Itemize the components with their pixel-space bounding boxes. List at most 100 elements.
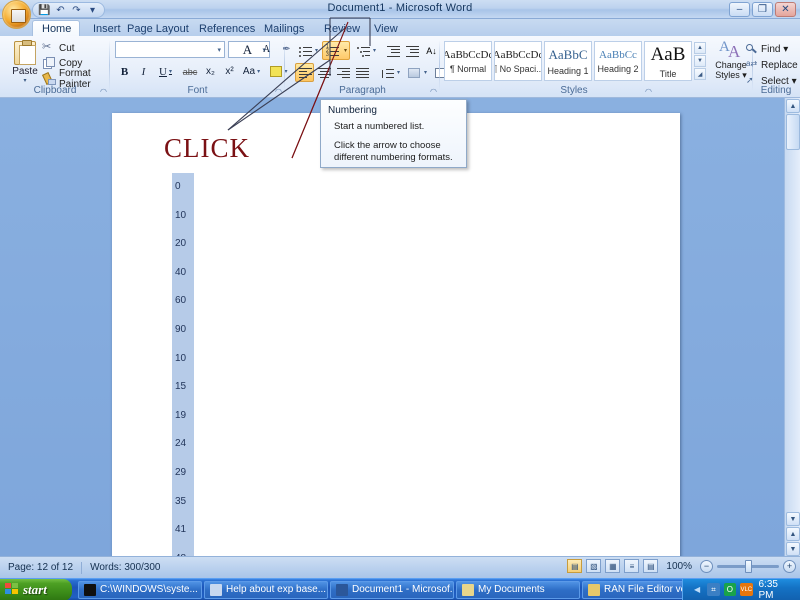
chevron-down-icon[interactable]: ▾ xyxy=(315,47,318,54)
font-dialog-launcher[interactable]: ◠ xyxy=(274,87,283,96)
style-no-spacing[interactable]: AaBbCcDc ¶ No Spaci... xyxy=(494,41,542,81)
vertical-scrollbar[interactable]: ▲ ▼ ▲ ▼ xyxy=(784,98,800,556)
taskbar-item[interactable]: RAN File Editor ver1.... xyxy=(582,580,682,599)
full-screen-reading-view-button[interactable]: ▧ xyxy=(586,559,602,573)
replace-button[interactable]: a⇄ Replace xyxy=(746,59,798,71)
taskbar-item[interactable]: Help about exp base... xyxy=(204,580,328,599)
align-left-button[interactable] xyxy=(295,63,314,82)
numbering-button[interactable]: 1 2 3 ▾ xyxy=(322,41,350,60)
start-label: start xyxy=(23,581,47,597)
media-icon[interactable]: O xyxy=(723,583,737,596)
grow-font-button[interactable]: A xyxy=(238,40,257,59)
style-heading-1[interactable]: AaBbC Heading 1 xyxy=(544,41,592,81)
increase-indent-button[interactable] xyxy=(402,41,421,60)
line-spacing-icon xyxy=(381,68,394,79)
ribbon-tab-strip: Home Insert Page Layout References Maili… xyxy=(0,19,800,37)
taskbar-item[interactable]: My Documents xyxy=(456,580,580,599)
outline-view-button[interactable]: ≡ xyxy=(624,559,640,573)
scrollbar-thumb[interactable] xyxy=(786,114,800,150)
change-styles-line2: Styles ▾ xyxy=(715,70,747,80)
justify-icon xyxy=(356,68,369,79)
shading-button[interactable]: ▾ xyxy=(404,63,429,82)
bold-button[interactable]: B xyxy=(115,62,134,81)
next-page-icon[interactable]: ▼ xyxy=(786,542,800,556)
strikethrough-button[interactable]: abc xyxy=(180,62,200,81)
style-name: Heading 1 xyxy=(547,65,589,76)
number-list-item: 0 xyxy=(172,173,194,202)
decrease-indent-button[interactable] xyxy=(383,41,402,60)
style-name: ¶ No Spaci... xyxy=(494,63,542,74)
paste-button[interactable]: Paste ▾ xyxy=(6,40,44,84)
paragraph-dialog-launcher[interactable]: ◠ xyxy=(429,87,438,96)
taskbar-item[interactable]: C:\WINDOWS\syste... xyxy=(78,580,202,599)
editing-group-label: Editing xyxy=(760,85,792,96)
office-button[interactable] xyxy=(2,0,31,29)
align-center-button[interactable] xyxy=(314,63,333,82)
shrink-font-button[interactable]: A xyxy=(257,40,276,59)
previous-page-icon[interactable]: ▲ xyxy=(786,527,800,541)
styles-scroll-up-icon[interactable]: ▲ xyxy=(694,42,706,54)
justify-button[interactable] xyxy=(352,63,371,82)
tooltip-title: Numbering xyxy=(328,105,377,116)
vlc-icon[interactable]: VLC xyxy=(740,583,753,596)
zoom-in-button[interactable]: + xyxy=(783,559,796,573)
show-hidden-icons-icon[interactable]: ◀ xyxy=(691,583,703,596)
format-painter-button[interactable]: Format Painter xyxy=(42,68,110,90)
word-count-indicator[interactable]: Words: 300/300 xyxy=(82,562,168,573)
shading-icon xyxy=(408,68,420,78)
chevron-down-icon[interactable]: ▾ xyxy=(424,69,427,76)
style-heading-2[interactable]: AaBbCc Heading 2 xyxy=(594,41,642,81)
zoom-out-button[interactable]: − xyxy=(700,559,713,573)
close-button[interactable]: ✕ xyxy=(775,2,796,17)
italic-button[interactable]: I xyxy=(134,62,153,81)
paste-dropdown-icon[interactable]: ▾ xyxy=(23,77,26,84)
document-page[interactable]: CLICK 0102040609010151924293541485664 xyxy=(112,113,680,556)
print-layout-view-button[interactable]: ▤ xyxy=(567,559,583,573)
numbering-dropdown-icon[interactable]: ▾ xyxy=(344,47,347,54)
tab-page-layout[interactable]: Page Layout xyxy=(118,20,198,37)
minimize-button[interactable]: – xyxy=(729,2,750,17)
tab-view[interactable]: View xyxy=(365,20,407,37)
tab-home[interactable]: Home xyxy=(32,20,80,37)
tab-mailings[interactable]: Mailings xyxy=(255,20,313,37)
maximize-button[interactable]: ❐ xyxy=(752,2,773,17)
zoom-slider-track[interactable] xyxy=(717,559,779,573)
scroll-down-icon[interactable]: ▼ xyxy=(786,512,800,526)
taskbar-item-label: My Documents xyxy=(478,584,545,595)
cut-button[interactable]: Cut xyxy=(42,40,75,55)
align-right-button[interactable] xyxy=(333,63,352,82)
style-title[interactable]: AaB Title xyxy=(644,41,692,81)
chevron-down-icon[interactable]: ▾ xyxy=(373,47,376,54)
font-name-combo[interactable]: ▾ xyxy=(115,41,225,58)
network-icon[interactable]: ⌗ xyxy=(707,583,720,596)
find-button[interactable]: Find ▾ xyxy=(746,43,788,55)
taskbar-item[interactable]: Document1 - Microsof... xyxy=(330,580,454,599)
styles-scroll-down-icon[interactable]: ▼ xyxy=(694,55,706,67)
zoom-level-label[interactable]: 100% xyxy=(662,561,696,572)
font-group-label: Font xyxy=(187,85,208,96)
highlighter-icon xyxy=(270,66,283,77)
change-case-button[interactable]: Aa xyxy=(239,62,264,81)
style-normal[interactable]: AaBbCcDc ¶ Normal xyxy=(444,41,492,81)
number-list-item: 40 xyxy=(175,266,187,278)
start-button[interactable]: start xyxy=(0,578,72,600)
draft-view-button[interactable]: ▤ xyxy=(643,559,659,573)
page-indicator[interactable]: Page: 12 of 12 xyxy=(0,562,81,573)
bullets-button[interactable]: ▾ xyxy=(295,41,320,60)
clipboard-dialog-launcher[interactable]: ◠ xyxy=(99,87,108,96)
styles-dialog-launcher[interactable]: ◠ xyxy=(644,87,653,96)
styles-group-label: Styles xyxy=(560,85,588,96)
web-layout-view-button[interactable]: ▦ xyxy=(605,559,621,573)
underline-button[interactable]: U xyxy=(153,62,178,81)
taskbar-clock[interactable]: 6:35 PM xyxy=(757,579,795,600)
chevron-down-icon[interactable]: ▾ xyxy=(397,69,400,76)
line-spacing-button[interactable]: ▾ xyxy=(377,63,402,82)
subscript-button[interactable]: x₂ xyxy=(201,62,220,81)
scroll-up-icon[interactable]: ▲ xyxy=(786,99,800,113)
multilevel-list-button[interactable]: ▾ xyxy=(353,41,378,60)
zoom-slider-thumb[interactable] xyxy=(745,559,752,573)
styles-more-icon[interactable]: ◢ xyxy=(694,68,706,80)
tab-review[interactable]: Review xyxy=(315,20,369,37)
tab-references[interactable]: References xyxy=(190,20,264,37)
superscript-button[interactable]: x² xyxy=(220,62,239,81)
